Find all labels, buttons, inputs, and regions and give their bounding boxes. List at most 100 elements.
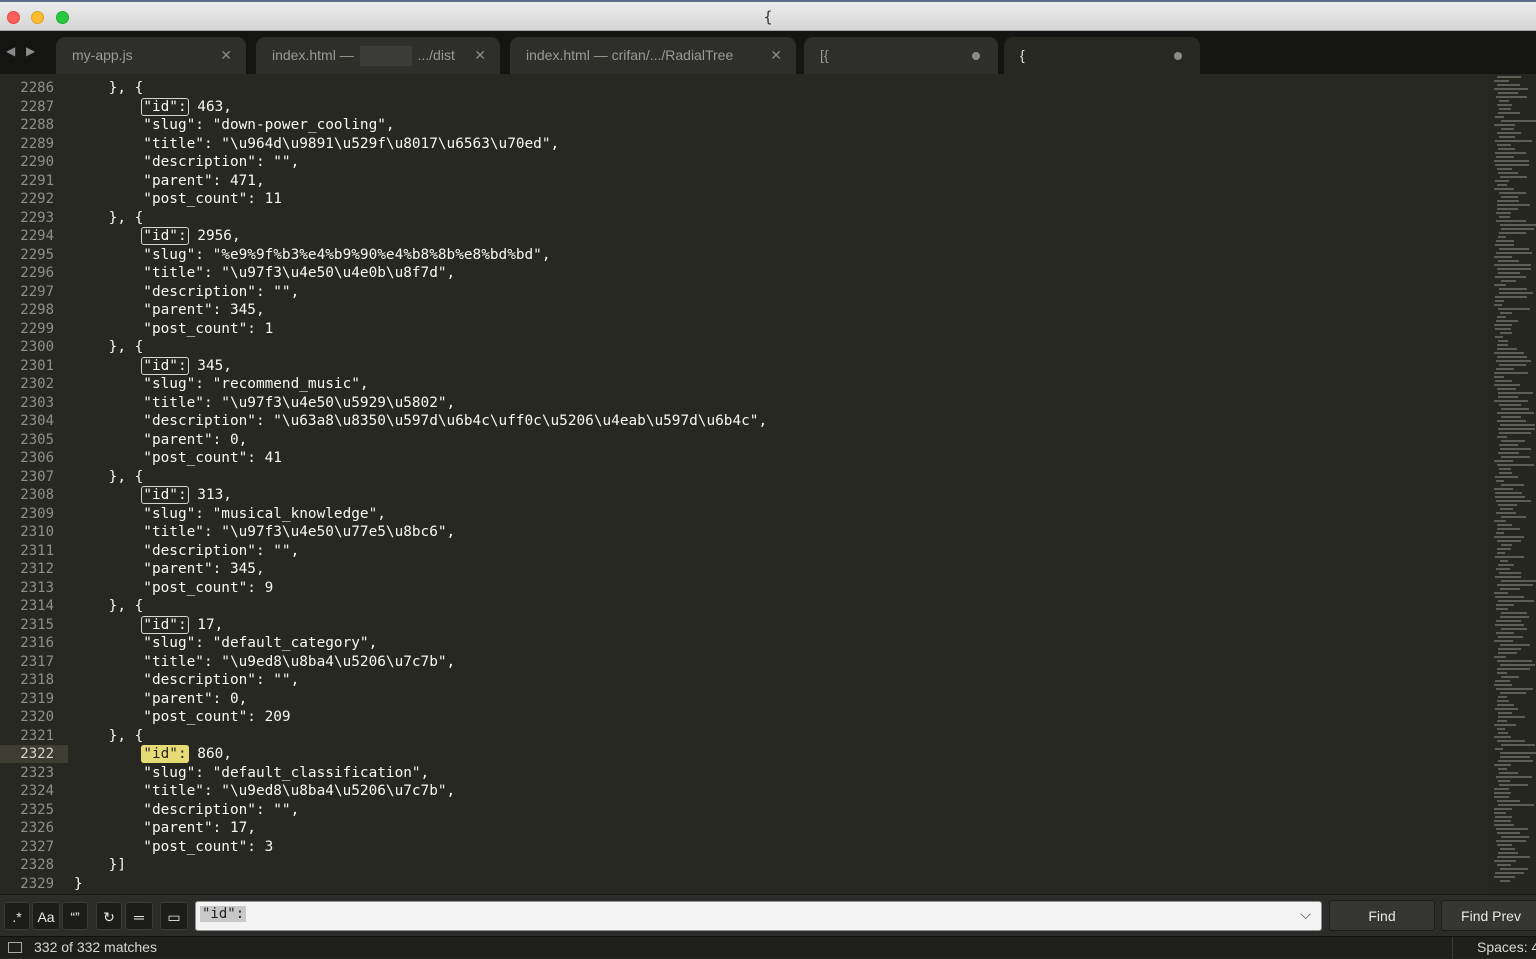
find-prev-button[interactable]: Find Prev [1441,900,1536,931]
code-line[interactable]: "parent": 0, [74,431,247,449]
regex-toggle[interactable]: .* [4,902,30,930]
code-line[interactable]: "id": 463, [74,97,232,116]
minimap-line [1500,692,1526,694]
minimap-line [1498,340,1508,342]
code-line[interactable]: }, { [74,727,144,745]
panel-icon[interactable] [8,942,22,953]
minimap-line [1499,288,1527,290]
code-line[interactable]: }, { [74,468,144,486]
code-line[interactable]: "slug": "default_category", [74,634,377,652]
code-line[interactable]: "parent": 345, [74,301,264,319]
code-line[interactable]: "id": 313, [74,486,232,504]
back-arrow-icon[interactable]: ◀ [6,44,15,58]
minimap-line [1496,240,1514,242]
code-line[interactable]: "id": 860, [74,745,232,763]
code-line[interactable]: "description": "", [74,542,299,560]
minimap-line [1498,112,1520,114]
code-line[interactable]: "description": "", [74,801,299,819]
tab-label: index.html — crifan/.../RadialTree [526,47,734,63]
tab-index-html-dist[interactable]: index.html — .../dist ✕ [256,37,500,74]
minimap-line [1495,476,1518,478]
code-line[interactable]: "post_count": 3 [74,838,273,856]
minimap-line [1496,360,1531,362]
dirty-dot-icon[interactable] [972,52,980,60]
minimap-line [1494,824,1514,826]
code-line[interactable]: }, { [74,338,144,356]
tab-index-html-radialtree[interactable]: index.html — crifan/.../RadialTree ✕ [510,37,796,74]
editor-pane[interactable]: 2286 2287 2288 2289 2290 2291 2292 2293 2294 2295… [0,74,1536,894]
line-number: 2325 [20,801,54,818]
code-line[interactable]: "title": "\u9ed8\u8ba4\u5206\u7c7b", [74,782,455,800]
code-line[interactable]: "parent": 0, [74,690,247,708]
tab-untitled-array[interactable]: [{ [804,37,998,74]
in-selection-toggle[interactable]: ═ [125,902,153,930]
wrap-toggle[interactable]: ↻ [96,902,122,930]
code-line[interactable]: "post_count": 1 [74,320,273,338]
code-line[interactable]: "slug": "recommend_music", [74,375,368,393]
line-number: 2290 [20,154,54,170]
tab-my-app-js[interactable]: my-app.js ✕ [56,37,246,74]
code-line[interactable]: "id": 17, [74,615,223,634]
code-line[interactable]: "id": 2956, [74,227,241,245]
code-line[interactable]: "post_count": 11 [74,190,282,208]
code-line[interactable]: "slug": "%e9%9f%b3%e4%b9%90%e4%b8%8b%e8%… [74,246,550,264]
find-button[interactable]: Find [1329,900,1435,931]
case-sensitive-toggle[interactable]: Aa [32,902,60,930]
close-icon[interactable]: ✕ [770,37,782,73]
code-area[interactable]: }, { "id": 463, "slug": "down-power_cool… [68,74,1488,894]
code-line[interactable]: "title": "\u97f3\u4e50\u77e5\u8bc6", [74,523,455,541]
minimap-line [1498,308,1530,310]
minimap-line [1494,400,1528,402]
minimap-line [1499,444,1518,446]
dirty-dot-icon[interactable] [1174,52,1182,60]
code-line[interactable]: "id": 345, [74,356,232,375]
code-line[interactable]: "parent": 345, [74,560,264,578]
forward-arrow-icon[interactable]: ▶ [26,44,35,58]
code-line[interactable]: "slug": "default_classification", [74,764,429,782]
chevron-down-icon[interactable]: ⌵ [1300,906,1311,923]
code-line[interactable]: "description": "", [74,283,299,301]
minimap-line [1495,116,1504,118]
code-line[interactable]: "description": "\u63a8\u8350\u597d\u6b4c… [74,412,767,430]
code-line[interactable]: "parent": 471, [74,172,264,190]
close-icon[interactable]: ✕ [474,37,486,73]
code-line[interactable]: }] [74,856,126,874]
minimap-line [1500,176,1527,178]
code-line[interactable]: }, { [74,79,144,97]
close-icon[interactable]: ✕ [220,37,232,73]
code-line[interactable]: "slug": "down-power_cooling", [74,116,394,134]
code-line[interactable]: "title": "\u97f3\u4e50\u5929\u5802", [74,394,455,412]
code-text: 463, [188,98,232,115]
tab-untitled-object[interactable]: { [1004,37,1200,74]
code-line[interactable]: "post_count": 209 [74,708,290,726]
minimap[interactable] [1488,74,1536,894]
code-line[interactable]: "title": "\u97f3\u4e50\u4e0b\u8f7d", [74,264,455,282]
line-number: 2287 [20,98,54,115]
code-line[interactable]: "description": "", [74,153,299,171]
whole-word-toggle[interactable]: “” [62,902,88,930]
minimap-line [1497,700,1509,702]
code-line[interactable]: "description": "", [74,671,299,689]
code-line[interactable]: }, { [74,209,144,227]
search-match: "id": [141,227,189,245]
code-line[interactable]: } [74,875,83,893]
find-input[interactable]: "id": ⌵ [195,901,1322,931]
code-line[interactable]: "post_count": 41 [74,449,282,467]
minimap-line [1496,608,1508,610]
code-line[interactable]: "parent": 17, [74,819,256,837]
line-number: 2307 [20,468,54,485]
code-line[interactable]: }, { [74,597,144,615]
indentation-setting[interactable]: Spaces: 4 [1477,939,1536,955]
code-line[interactable]: "title": "\u964d\u9891\u529f\u8017\u6563… [74,135,559,153]
highlight-matches-toggle[interactable]: ▭ [160,902,188,930]
minimap-line [1494,124,1515,126]
minimap-line [1497,356,1527,358]
minimap-line [1499,784,1528,786]
minimap-line [1495,336,1503,338]
code-line[interactable]: "slug": "musical_knowledge", [74,505,386,523]
code-line[interactable]: "title": "\u9ed8\u8ba4\u5206\u7c7b", [74,653,455,671]
line-number: 2312 [20,561,54,577]
minimap-line [1498,648,1521,650]
code-line[interactable]: "post_count": 9 [74,579,273,597]
